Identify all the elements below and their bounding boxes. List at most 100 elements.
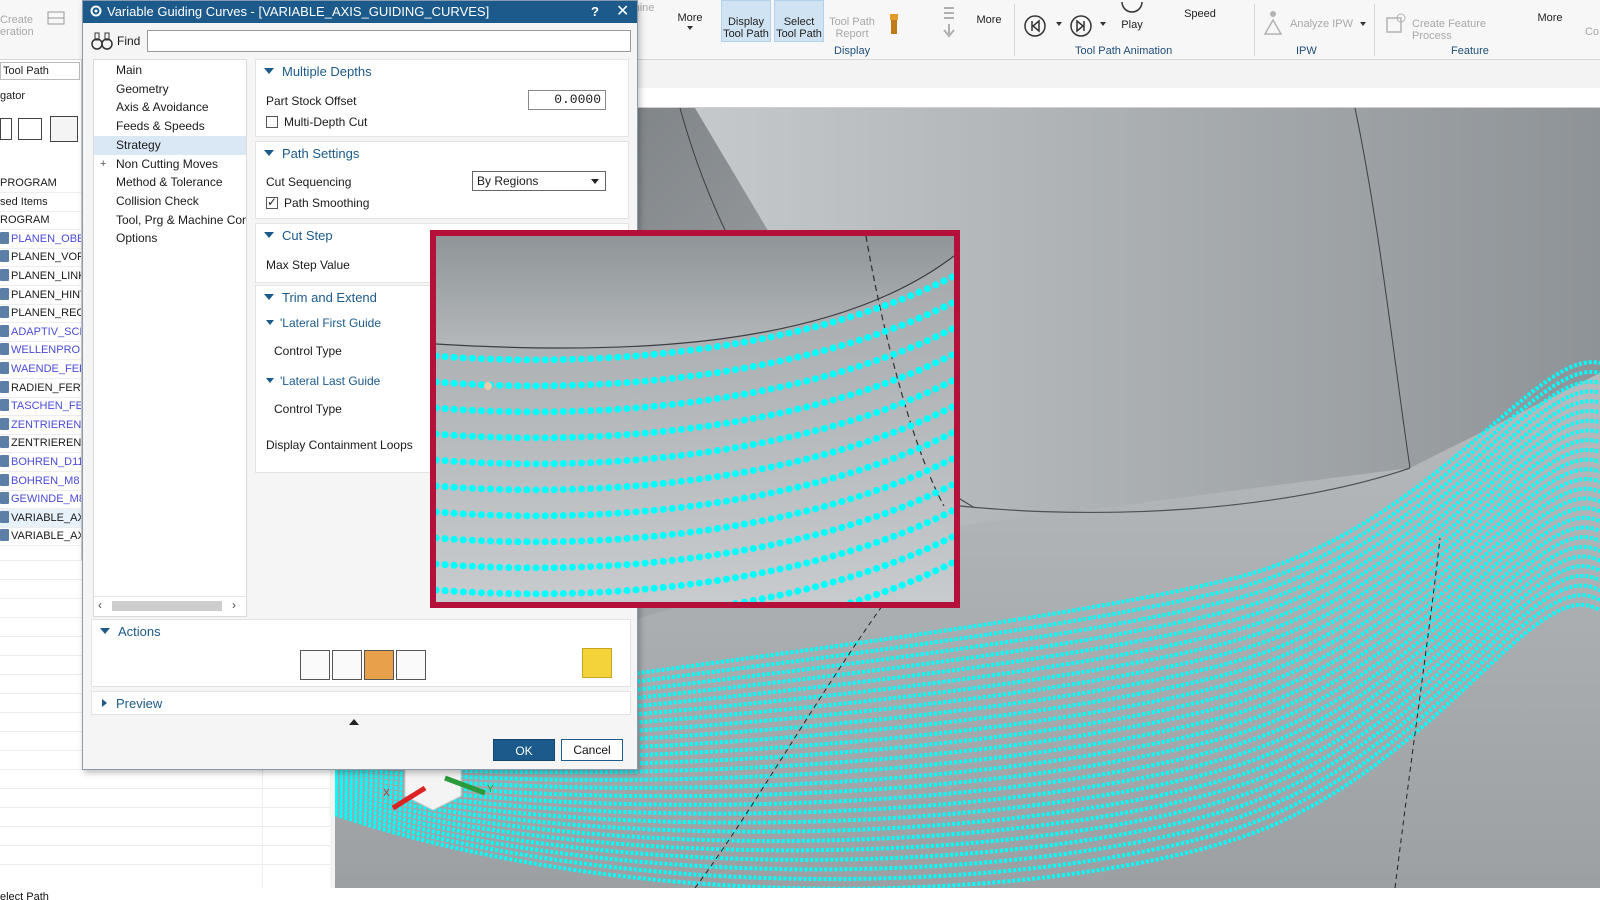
navigator-row[interactable]: PLANEN_RECH xyxy=(0,304,81,324)
cut-step-heading[interactable]: Cut Step xyxy=(264,228,333,243)
trim-and-extend-heading[interactable]: Trim and Extend xyxy=(264,290,377,305)
step-forward-icon[interactable] xyxy=(1068,14,1094,41)
path-smoothing-checkbox[interactable] xyxy=(266,195,278,209)
create-operation-button[interactable]: Create eration xyxy=(0,14,40,38)
tool-path-report-button[interactable]: Tool Path Report xyxy=(826,16,878,40)
lateral-first-guide-heading[interactable]: 'Lateral First Guide xyxy=(266,316,381,330)
navigator-row[interactable]: VARIABLE_AXI xyxy=(0,508,81,528)
navigator-icon-toolbar xyxy=(0,116,81,146)
multi-depth-cut-checkbox[interactable] xyxy=(266,116,278,128)
operation-icon xyxy=(0,510,9,523)
navigator-row[interactable]: ROGRAM xyxy=(0,211,81,231)
navigator-row[interactable]: sed Items xyxy=(0,193,81,212)
scroll-thumb[interactable] xyxy=(112,601,222,611)
dropdown-icon[interactable] xyxy=(1360,22,1368,26)
close-button[interactable]: ✕ xyxy=(616,1,629,23)
navigator-row[interactable]: PLANEN_LINK xyxy=(0,267,81,286)
navigator-row[interactable]: PLANEN_OBEI xyxy=(0,230,81,249)
step-back-icon[interactable] xyxy=(1022,14,1048,41)
multiple-depths-heading[interactable]: Multiple Depths xyxy=(264,64,372,79)
geometry-view-icon[interactable] xyxy=(50,116,78,142)
tree-item[interactable]: Axis & Avoidance xyxy=(94,98,246,117)
cut-sequencing-label: Cut Sequencing xyxy=(266,175,352,189)
navigator-row-label: WELLENPROF xyxy=(11,344,82,357)
select-tool-path-button[interactable]: Select Tool Path xyxy=(774,16,824,40)
operation-icon xyxy=(0,492,9,505)
tree-item[interactable]: Method & Tolerance xyxy=(94,173,246,192)
machine-view-icon[interactable] xyxy=(18,118,42,140)
tree-item[interactable]: Strategy xyxy=(94,135,246,155)
control-type-label-2: Control Type xyxy=(274,402,342,416)
tree-item[interactable]: Geometry xyxy=(94,80,246,99)
more-button-2[interactable]: More xyxy=(972,14,1006,26)
navigator-row[interactable]: TASCHEN_FER xyxy=(0,397,81,417)
ok-button[interactable]: OK xyxy=(493,739,555,761)
path-settings-heading[interactable]: Path Settings xyxy=(264,146,359,161)
more-button-1[interactable]: More xyxy=(674,12,706,30)
list-icon[interactable] xyxy=(396,650,426,680)
navigator-row[interactable]: GEWINDE_M8 xyxy=(0,490,81,510)
tree-item[interactable]: Tool, Prg & Machine Contr xyxy=(94,211,246,230)
grid-line xyxy=(0,788,330,789)
scroll-left-icon[interactable]: ‹ xyxy=(98,598,102,612)
down-arrow-icon[interactable] xyxy=(938,4,960,43)
tree-item-label: Geometry xyxy=(116,81,169,96)
cut-off-label: Co xyxy=(1584,26,1600,38)
analyze-ipw-button[interactable]: Analyze IPW xyxy=(1290,18,1360,30)
find-input[interactable] xyxy=(147,30,631,52)
tree-item[interactable]: Feeds & Speeds xyxy=(94,117,246,136)
operation-icon xyxy=(0,231,9,244)
navigator-row[interactable]: WELLENPROF xyxy=(0,341,82,361)
navigator-row[interactable]: BOHREN_M8 xyxy=(0,472,81,491)
operation-grid-icon[interactable] xyxy=(44,8,70,31)
cut-sequencing-dropdown[interactable]: By Regions xyxy=(472,171,606,191)
binoculars-icon xyxy=(91,32,113,50)
navigator-row[interactable]: RADIEN_FERTI xyxy=(0,379,81,398)
navigator-row[interactable]: VARIABLE_AXI xyxy=(0,527,81,547)
tree-item[interactable]: Main xyxy=(94,61,246,80)
tool-color-icon[interactable] xyxy=(884,12,904,39)
actions-heading[interactable]: Actions xyxy=(100,624,161,639)
generate-add-icon[interactable] xyxy=(582,648,612,678)
navigator-row-label: sed Items xyxy=(0,195,48,208)
status-text: elect Path xyxy=(0,891,49,900)
expand-icon[interactable]: + xyxy=(100,155,106,174)
navigator-row[interactable]: ZENTRIEREN_I xyxy=(0,434,81,454)
navigator-row[interactable]: ZENTRIEREN_[ xyxy=(0,416,81,435)
display-containment-loops-label[interactable]: Display Containment Loops xyxy=(266,438,413,452)
generate-icon[interactable] xyxy=(332,650,362,680)
play-button[interactable]: Play xyxy=(1116,1,1148,31)
tree-horizontal-scrollbar[interactable]: ‹ › xyxy=(94,596,246,614)
create-operation-label: Create eration xyxy=(0,14,34,38)
collapse-arrow-icon[interactable] xyxy=(349,719,359,725)
cancel-button[interactable]: Cancel xyxy=(561,739,623,761)
lateral-last-guide-heading[interactable]: 'Lateral Last Guide xyxy=(266,374,380,388)
verify-icon[interactable] xyxy=(364,650,394,680)
tree-item[interactable]: Collision Check xyxy=(94,192,246,211)
part-stock-offset-input[interactable]: 0.0000 xyxy=(528,90,606,110)
speed-button[interactable]: Speed xyxy=(1180,8,1220,20)
operation-icon xyxy=(0,343,9,356)
navigator-row[interactable]: PLANEN_VOR xyxy=(0,248,81,268)
program-view-icon[interactable] xyxy=(0,118,12,140)
operation-icon xyxy=(0,529,9,542)
replay-icon[interactable] xyxy=(300,650,330,680)
tree-item[interactable]: + Non Cutting Moves xyxy=(94,155,246,174)
navigator-filter-dropdown[interactable]: Tool Path xyxy=(0,62,80,80)
tree-item[interactable]: Options xyxy=(94,229,246,248)
scroll-right-icon[interactable]: › xyxy=(232,598,236,612)
group-ipw-label: IPW xyxy=(1296,45,1317,57)
dropdown-icon[interactable] xyxy=(1100,22,1110,26)
help-button[interactable]: ? xyxy=(591,1,599,23)
create-feature-process-button[interactable]: Create Feature Process xyxy=(1412,18,1528,42)
navigator-row[interactable]: PROGRAM xyxy=(0,174,81,193)
tree-item-label: Feeds & Speeds xyxy=(116,119,205,134)
navigator-row[interactable]: WAENDE_FER' xyxy=(0,360,81,379)
display-tool-path-button[interactable]: Display Tool Path xyxy=(721,16,771,40)
navigator-row[interactable]: ADAPTIV_SCH xyxy=(0,323,81,342)
more-button-3[interactable]: More xyxy=(1532,12,1568,24)
preview-heading[interactable]: Preview xyxy=(102,696,162,711)
navigator-row[interactable]: PLANEN_HINT xyxy=(0,286,81,305)
navigator-row[interactable]: BOHREN_D11 xyxy=(0,453,81,472)
dropdown-icon[interactable] xyxy=(1056,22,1066,26)
